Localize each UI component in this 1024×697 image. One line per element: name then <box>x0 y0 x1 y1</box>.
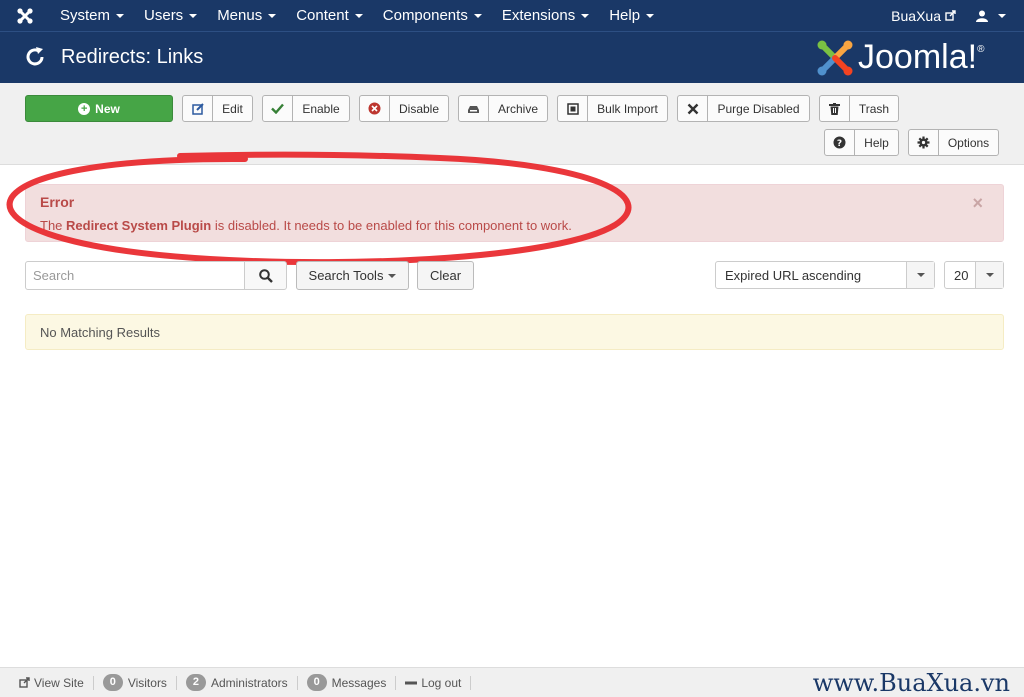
enable-button[interactable]: Enable <box>262 95 350 122</box>
edit-icon <box>183 96 213 121</box>
site-link[interactable]: BuaXua <box>891 8 956 24</box>
menu-extensions[interactable]: Extensions <box>492 0 599 31</box>
trash-button[interactable]: Trash <box>819 95 899 122</box>
limit-select[interactable]: 20 <box>944 261 1004 289</box>
page-header: Redirects: Links Joomla!® <box>0 31 1024 83</box>
help-button[interactable]: ? Help <box>824 129 899 156</box>
plus-icon: + <box>78 102 91 115</box>
user-icon <box>976 10 988 22</box>
purge-disabled-button[interactable]: Purge Disabled <box>677 95 810 122</box>
visitors-link[interactable]: 0 Visitors <box>94 674 177 691</box>
logout-link[interactable]: Log out <box>396 675 472 690</box>
gear-icon <box>909 130 939 155</box>
search-icon <box>258 268 273 283</box>
error-alert: Error The Redirect System Plugin is disa… <box>25 184 1004 242</box>
joomla-logo: Joomla!® <box>816 38 984 77</box>
administrators-link[interactable]: 2 Administrators <box>177 674 298 691</box>
administrators-badge: 2 <box>185 674 206 691</box>
refresh-icon <box>26 47 44 66</box>
menu-menus[interactable]: Menus <box>207 0 286 31</box>
caret-down-icon <box>581 13 590 18</box>
error-message: The Redirect System Plugin is disabled. … <box>40 218 572 233</box>
archive-icon <box>459 96 489 121</box>
disable-button[interactable]: Disable <box>359 95 449 122</box>
edit-button[interactable]: Edit <box>182 95 253 122</box>
archive-button[interactable]: Archive <box>458 95 548 122</box>
caret-down-icon <box>646 13 655 18</box>
menu-components[interactable]: Components <box>373 0 492 31</box>
caret-down-icon <box>388 273 397 278</box>
caret-down-icon <box>998 13 1006 18</box>
messages-badge: 0 <box>306 674 327 691</box>
top-navbar: System Users Menus Content Components Ex… <box>0 0 1024 31</box>
navbar-right: BuaXua <box>891 0 1006 31</box>
svg-text:?: ? <box>837 139 842 149</box>
caret-down-icon <box>116 13 125 18</box>
menu-content[interactable]: Content <box>286 0 373 31</box>
caret-down-icon <box>354 13 363 18</box>
watermark: www.BuaXua.vn <box>812 669 1010 697</box>
page-title: Redirects: Links <box>61 46 204 68</box>
error-heading: Error <box>40 194 75 210</box>
toolbar: + New Edit Enable Disable Archive Bulk I… <box>0 83 1024 165</box>
x-icon <box>678 96 708 121</box>
external-link-icon <box>19 677 30 688</box>
messages-link[interactable]: 0 Messages <box>298 674 397 691</box>
trash-icon <box>820 96 850 121</box>
caret-down-icon <box>473 13 482 18</box>
caret-down-icon <box>189 13 198 18</box>
search-input[interactable] <box>25 261 245 290</box>
view-site-link[interactable]: View Site <box>10 675 94 690</box>
import-icon <box>558 96 588 121</box>
search-button[interactable] <box>244 261 287 290</box>
caret-down-icon <box>268 13 277 18</box>
external-link-icon <box>945 10 956 21</box>
user-menu[interactable] <box>976 10 1006 22</box>
options-button[interactable]: Options <box>908 129 999 156</box>
clear-button[interactable]: Clear <box>417 261 474 290</box>
visitors-badge: 0 <box>102 674 123 691</box>
status-bar: View Site 0 Visitors 2 Administrators 0 … <box>0 667 1024 697</box>
joomla-logo-text: Joomla!® <box>858 38 985 76</box>
search-tools-button[interactable]: Search Tools <box>296 261 409 290</box>
close-icon[interactable]: × <box>972 193 983 214</box>
site-name: BuaXua <box>891 7 941 24</box>
bulk-import-button[interactable]: Bulk Import <box>557 95 668 122</box>
new-button[interactable]: + New <box>25 95 173 122</box>
check-icon <box>263 96 293 121</box>
menu-users[interactable]: Users <box>134 0 207 31</box>
menu-system[interactable]: System <box>50 0 134 31</box>
minus-icon <box>405 681 418 684</box>
chevron-down-icon <box>975 262 1003 288</box>
chevron-down-icon <box>906 262 934 288</box>
disable-icon <box>360 96 390 121</box>
menu-help[interactable]: Help <box>599 0 664 31</box>
no-results-alert: No Matching Results <box>25 314 1004 350</box>
joomla-logo-icon <box>817 40 853 75</box>
joomla-brand-icon[interactable] <box>0 0 50 31</box>
ordering-select[interactable]: Expired URL ascending <box>715 261 935 289</box>
main-menu: System Users Menus Content Components Ex… <box>50 0 664 31</box>
question-icon: ? <box>825 130 855 155</box>
